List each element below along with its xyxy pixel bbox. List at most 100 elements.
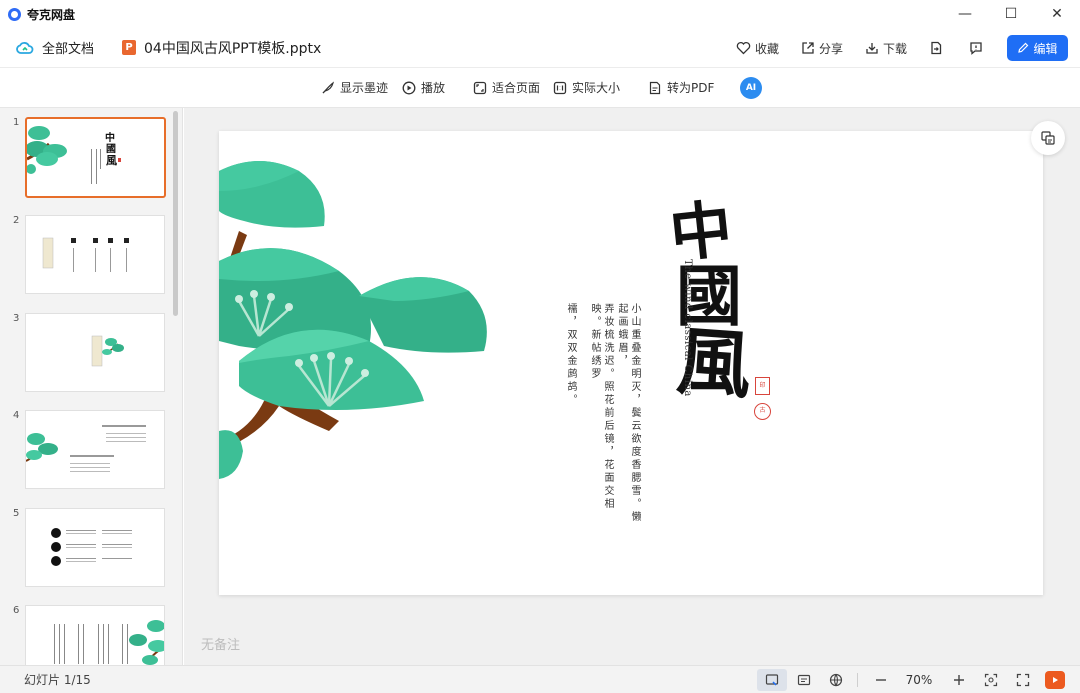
- app-name: 夸克网盘: [27, 7, 76, 22]
- all-docs-label: 全部文档: [42, 42, 95, 57]
- heart-icon: [736, 41, 751, 55]
- thumbnail-scrollbar[interactable]: [173, 111, 178, 316]
- slide-subtitle: The wind classical China: [682, 259, 693, 397]
- slide-view-icon: [765, 674, 779, 686]
- expand-icon: [1016, 673, 1030, 687]
- slide-counter: 幻灯片 1/15: [24, 673, 91, 687]
- thumbnail-number: 2: [13, 215, 20, 226]
- poem-line-1: 小山重叠金明灭，鬓云欲度香腮雪。懒起画蛾眉，: [616, 303, 640, 524]
- fullscreen-button[interactable]: [1008, 669, 1038, 691]
- download-button[interactable]: 下载: [865, 40, 907, 57]
- document-header: 全部文档 P 04中国风古风PPT模板.pptx 收藏 分享 下载 编辑: [0, 28, 1080, 68]
- svg-text:中: 中: [105, 131, 115, 144]
- show-ink-button[interactable]: 显示墨迹: [321, 79, 388, 96]
- ppt-file-icon: P: [122, 40, 137, 55]
- download-icon: [866, 43, 878, 54]
- thumbnail-number: 4: [13, 410, 20, 421]
- web-view-button[interactable]: [821, 669, 851, 691]
- pine-tree-illustration: [219, 161, 487, 479]
- actual-size-button[interactable]: 实际大小: [553, 79, 620, 96]
- svg-text:風: 風: [106, 154, 117, 167]
- thumbnail-number: 6: [13, 605, 20, 616]
- quark-logo-icon: [8, 7, 21, 21]
- file-tab[interactable]: P 04中国风古风PPT模板.pptx: [122, 38, 321, 58]
- actual-size-label: 实际大小: [572, 81, 621, 95]
- fit-page-button[interactable]: 适合页面: [473, 79, 540, 96]
- focus-frame-icon: [984, 673, 998, 687]
- poem-line-2: 弄妆梳洗迟。照花前后镜，花面交相映。新帖绣罗: [589, 303, 613, 511]
- feedback-button[interactable]: [969, 41, 987, 55]
- zoom-in-button[interactable]: [944, 669, 974, 691]
- thumbnail-slide-2[interactable]: [25, 215, 165, 294]
- poem-line-3: 襦，双双金鹧鸪。: [565, 303, 576, 407]
- globe-icon: [829, 673, 843, 687]
- export-button[interactable]: [929, 41, 947, 55]
- plus-icon: [954, 675, 964, 685]
- title-bar: 夸克网盘 — ☐ ✕: [0, 0, 1080, 28]
- minimize-button[interactable]: —: [942, 0, 988, 28]
- document-actions: 收藏 分享 下载 编辑: [714, 28, 1068, 68]
- thumbnail-slide-5[interactable]: [25, 508, 165, 587]
- thumbnail-slide-4[interactable]: [25, 410, 165, 489]
- fit-window-button[interactable]: [976, 669, 1006, 691]
- favorite-button[interactable]: 收藏: [736, 40, 779, 57]
- fit-page-icon: [473, 81, 487, 94]
- current-slide[interactable]: 中 國 風 The wind classical China 印 古 小山重叠金…: [219, 131, 1043, 595]
- edit-label: 编辑: [1033, 41, 1058, 56]
- file-name: 04中国风古风PPT模板.pptx: [144, 40, 322, 57]
- maximize-button[interactable]: ☐: [988, 0, 1034, 28]
- close-button[interactable]: ✕: [1034, 0, 1080, 28]
- ai-assistant-button[interactable]: AI: [740, 76, 762, 99]
- actual-size-icon: [553, 81, 567, 94]
- play-button[interactable]: 播放: [402, 79, 445, 96]
- notes-icon: [797, 674, 811, 686]
- thumbnail-number: 3: [13, 313, 20, 324]
- thumbnail-slide-6[interactable]: [25, 605, 165, 665]
- convert-pdf-button[interactable]: 转为PDF: [648, 79, 714, 96]
- zoom-out-button[interactable]: [866, 669, 896, 691]
- play-circle-icon: [402, 81, 416, 94]
- share-button[interactable]: 分享: [801, 40, 843, 57]
- window-controls: — ☐ ✕: [942, 0, 1080, 28]
- thumbnail-slide-3[interactable]: [25, 313, 165, 392]
- play-red-icon: [1045, 671, 1065, 689]
- thumbnail-number: 1: [13, 117, 20, 128]
- fit-page-label: 适合页面: [492, 81, 541, 95]
- calligraphy-char-1: 中: [666, 191, 736, 272]
- translate-float-button[interactable]: [1031, 121, 1065, 155]
- translate-icon: [1041, 131, 1055, 145]
- thumbnail-preview: [54, 620, 164, 665]
- status-tools: 70%: [755, 666, 1070, 693]
- export-file-icon: [931, 41, 942, 55]
- thumbnail-preview: [51, 528, 132, 566]
- slideshow-button[interactable]: [1040, 669, 1070, 691]
- share-icon: [802, 42, 814, 54]
- thumbnail-slide-1[interactable]: 中 國 風: [25, 117, 166, 198]
- thumbnail-preview: [91, 335, 124, 367]
- notes-view-button[interactable]: [789, 669, 819, 691]
- pencil-icon: [1018, 42, 1029, 53]
- minus-icon: [876, 679, 886, 681]
- download-label: 下载: [882, 41, 907, 56]
- feedback-icon: [970, 42, 982, 55]
- viewer-toolbar: 显示墨迹 播放 适合页面 实际大小 转为PDF AI: [0, 68, 1080, 108]
- status-divider: [857, 673, 858, 687]
- pdf-icon: [649, 81, 661, 94]
- share-label: 分享: [818, 41, 843, 56]
- thumbnail-preview: [42, 237, 129, 272]
- zoom-level[interactable]: 70%: [896, 673, 942, 687]
- status-bar: 幻灯片 1/15 70%: [0, 665, 1080, 693]
- slide-canvas[interactable]: 中 國 風 The wind classical China 印 古 小山重叠金…: [184, 108, 1080, 665]
- normal-view-button[interactable]: [757, 669, 787, 691]
- red-seal-round: 古: [754, 403, 771, 420]
- red-seal-square: 印: [755, 377, 770, 395]
- edit-button[interactable]: 编辑: [1007, 35, 1068, 61]
- cloud-icon: [16, 41, 34, 54]
- notes-placeholder[interactable]: 无备注: [201, 634, 240, 653]
- all-docs-link[interactable]: 全部文档: [16, 38, 94, 57]
- thumbnail-number: 5: [13, 508, 20, 519]
- convert-pdf-label: 转为PDF: [667, 81, 715, 95]
- thumbnail-preview: 中 國 風: [27, 126, 121, 184]
- slide-thumbnails-panel: 1 中 國 風 2 3 4 5 6: [0, 108, 183, 665]
- favorite-label: 收藏: [754, 41, 779, 56]
